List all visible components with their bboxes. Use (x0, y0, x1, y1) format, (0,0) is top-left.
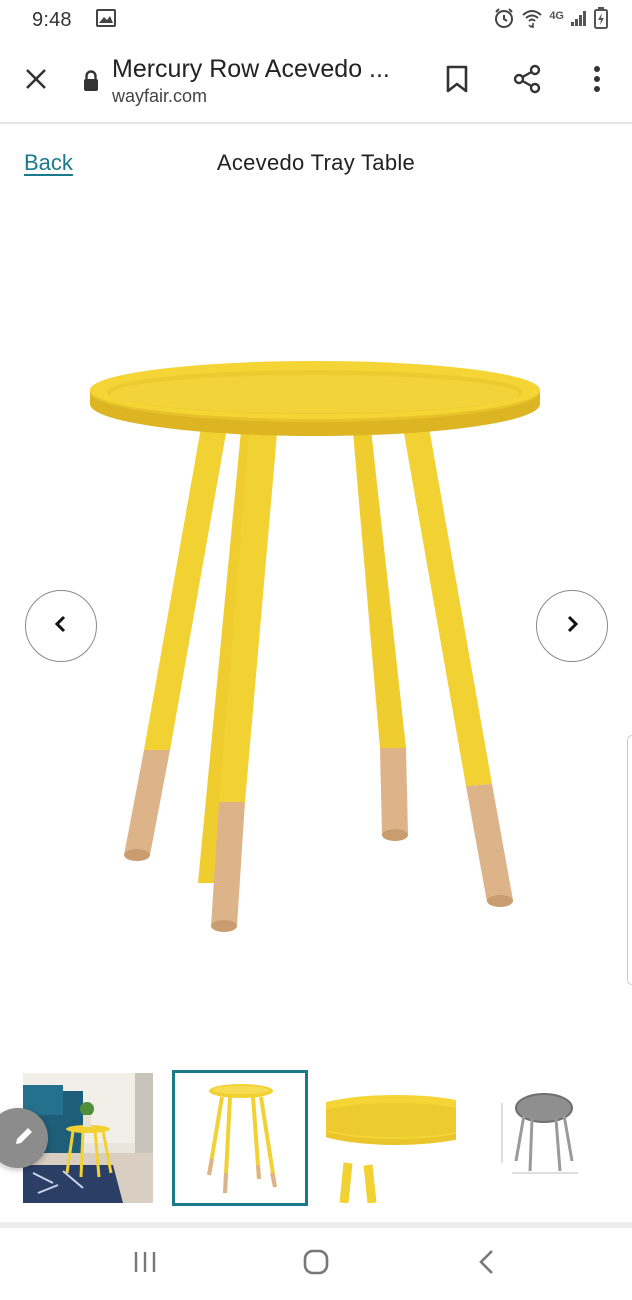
bookmark-button[interactable] (422, 39, 492, 123)
previous-image-button[interactable] (25, 590, 97, 662)
lock-icon[interactable] (78, 70, 104, 92)
url-bar[interactable]: Mercury Row Acevedo ... wayfair.com (112, 55, 422, 107)
product-title: Acevedo Tray Table (216, 150, 416, 175)
alarm-icon (493, 7, 515, 34)
battery-icon (594, 6, 608, 34)
browser-toolbar: Mercury Row Acevedo ... wayfair.com (0, 40, 632, 124)
system-navigation-bar (0, 1228, 632, 1300)
next-image-button[interactable] (536, 590, 608, 662)
thumbnail-front-view-selected[interactable] (172, 1070, 308, 1206)
image-icon (95, 8, 116, 32)
recents-icon (132, 1250, 158, 1279)
page-title: Mercury Row Acevedo ... (112, 55, 390, 83)
network-type: 4G (549, 10, 564, 22)
close-icon (24, 67, 48, 96)
status-bar: 9:48 4G (0, 0, 632, 40)
edge-panel-handle[interactable] (627, 735, 632, 985)
thumbnail-strip (0, 1070, 632, 1206)
home-button[interactable] (281, 1234, 351, 1294)
bookmark-icon (446, 65, 468, 98)
more-options-button[interactable] (562, 39, 632, 123)
signal-icon (570, 9, 588, 32)
recents-button[interactable] (110, 1234, 180, 1294)
url-domain: wayfair.com (112, 86, 208, 106)
status-time: 9:48 (32, 8, 72, 31)
share-icon (512, 64, 542, 99)
pencil-icon (13, 1125, 35, 1152)
back-icon (478, 1249, 496, 1280)
chevron-left-icon (54, 614, 68, 639)
chevron-right-icon (565, 614, 579, 639)
main-product-image (80, 330, 550, 945)
thumbnail-tray-detail[interactable] (326, 1073, 456, 1203)
share-button[interactable] (492, 39, 562, 123)
product-subheader: Back Acevedo Tray Table (0, 124, 632, 204)
thumbnail-dimensions[interactable] (482, 1073, 612, 1203)
home-icon (302, 1248, 330, 1281)
close-tab-button[interactable] (0, 39, 72, 123)
system-back-button[interactable] (452, 1234, 522, 1294)
product-image-gallery[interactable] (0, 204, 632, 1044)
more-vert-icon (593, 65, 601, 97)
wifi-icon (521, 7, 543, 34)
